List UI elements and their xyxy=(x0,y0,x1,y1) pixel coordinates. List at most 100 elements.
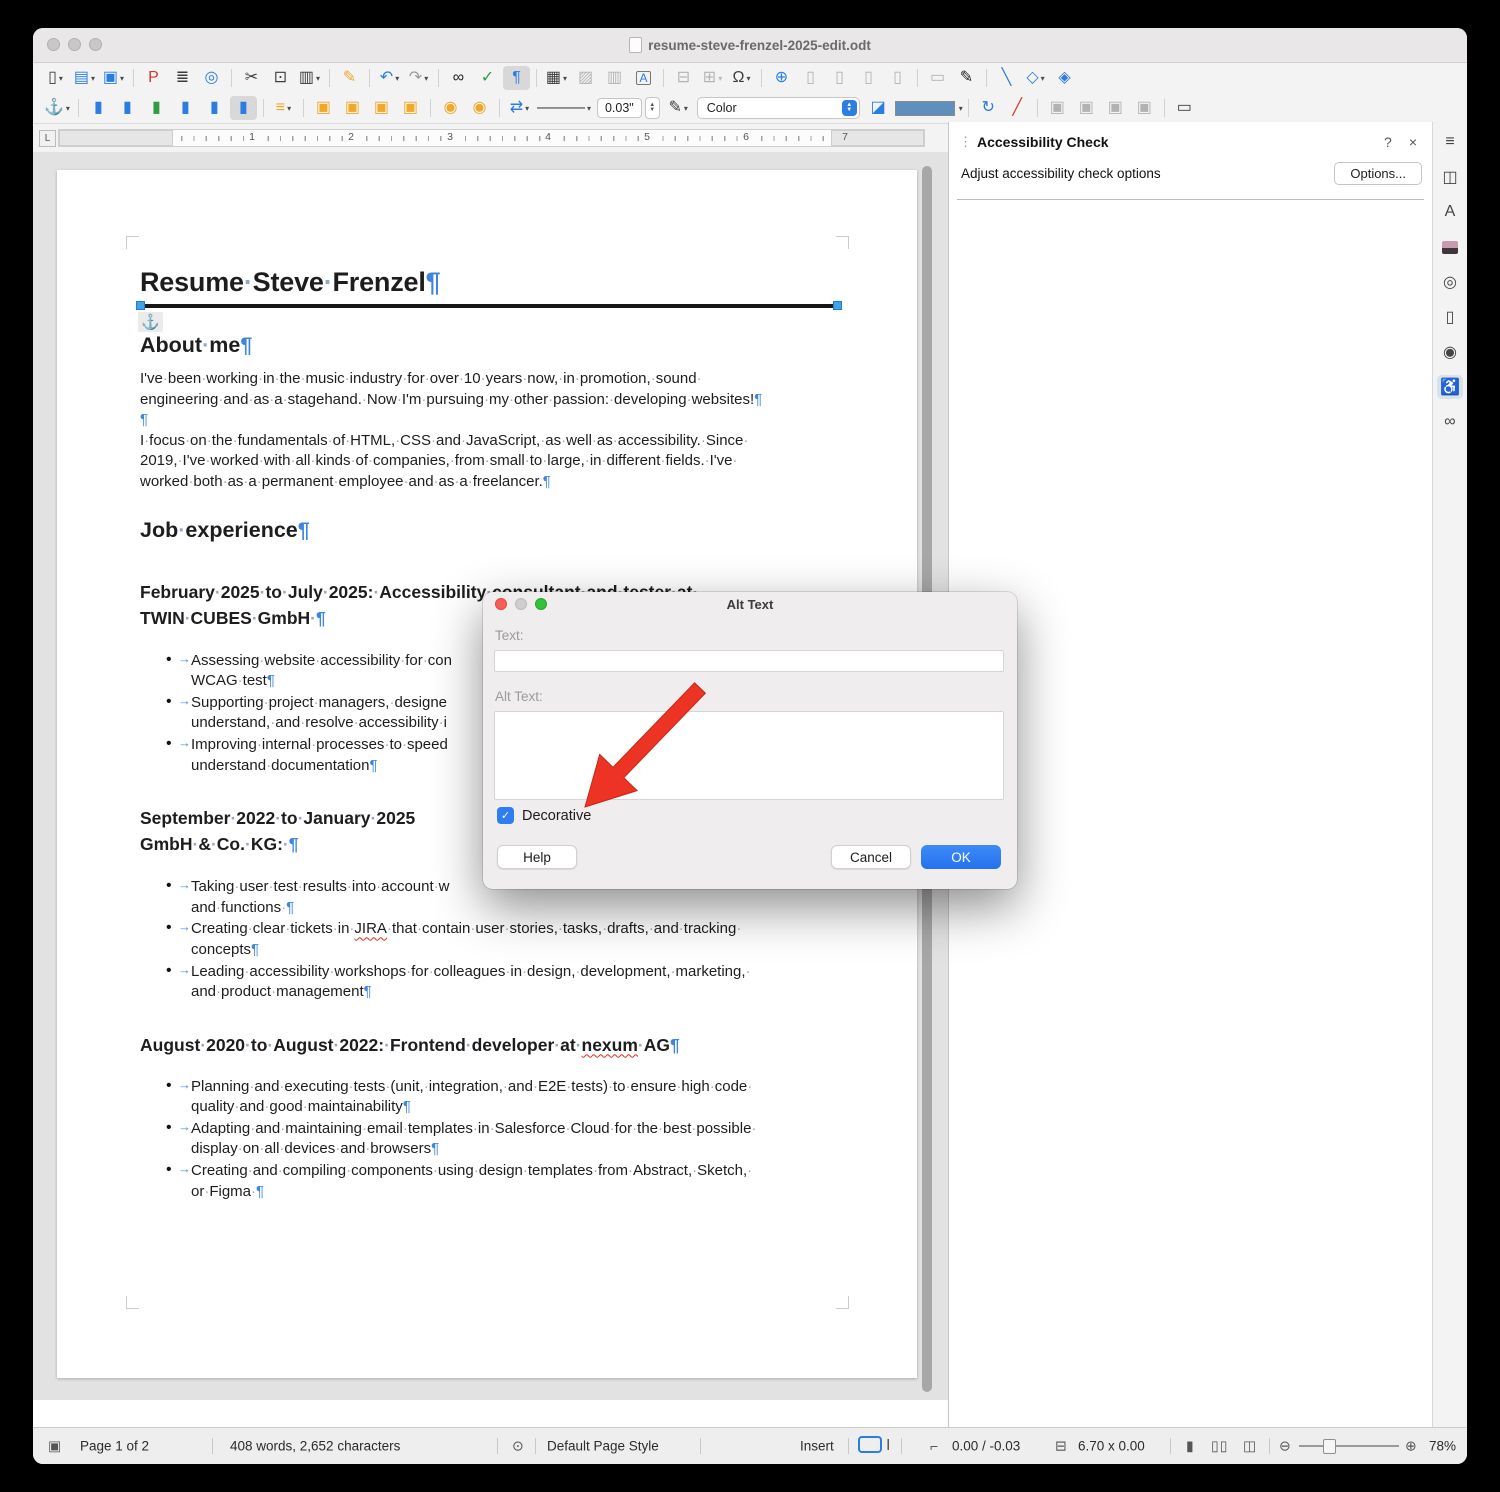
line-width-stepper[interactable]: ▲▼ xyxy=(645,97,660,119)
hyperlink[interactable]: ⊕ xyxy=(768,66,795,90)
insert-comment[interactable]: ▭ xyxy=(924,66,951,90)
page-count[interactable]: Page 1 of 2 xyxy=(80,1439,149,1454)
bring-forward[interactable]: ▣ xyxy=(339,96,366,120)
cancel-button[interactable]: Cancel xyxy=(831,845,911,869)
object-align[interactable]: ≡▾ xyxy=(270,96,297,120)
wrap-before[interactable]: ▮ xyxy=(114,96,141,120)
back-one[interactable]: ▣ xyxy=(1102,96,1129,120)
wrap-off[interactable]: ▮ xyxy=(85,96,112,120)
redo[interactable]: ↷▾ xyxy=(405,66,432,90)
insert-image[interactable]: ▨ xyxy=(572,66,599,90)
chevron-down-icon[interactable]: ▾ xyxy=(959,104,963,113)
paste[interactable]: ▥▾ xyxy=(296,66,323,90)
rotate-object[interactable]: ↻ xyxy=(975,96,1002,120)
tab-styles[interactable]: A xyxy=(1437,200,1463,224)
insert-endnote[interactable]: ▯ xyxy=(826,66,853,90)
new-document[interactable]: ▯▾ xyxy=(42,66,69,90)
text-cursor-icon[interactable]: I xyxy=(886,1437,890,1455)
insert-chart[interactable]: ▥ xyxy=(601,66,628,90)
dialog-zoom-button[interactable] xyxy=(535,598,547,610)
anchor[interactable]: ⚓▾ xyxy=(42,96,72,120)
tab-properties[interactable]: ◫ xyxy=(1437,165,1463,189)
insert-table[interactable]: ▦▾ xyxy=(543,66,570,90)
horizontal-ruler[interactable]: 1 2 3 4 5 6 7 xyxy=(58,129,925,147)
copy[interactable]: ⊡ xyxy=(267,66,294,90)
find-replace[interactable]: ∞ xyxy=(445,66,472,90)
word-count[interactable]: 408 words, 2,652 characters xyxy=(230,1439,400,1454)
tab-gallery[interactable] xyxy=(1437,235,1463,259)
insert-footnote[interactable]: ▯ xyxy=(797,66,824,90)
ok-button[interactable]: OK xyxy=(921,845,1001,869)
tab-find[interactable]: ∞ xyxy=(1437,410,1463,434)
zoom-slider[interactable] xyxy=(1299,1445,1399,1447)
help-button[interactable]: Help xyxy=(497,845,577,869)
line-style[interactable]: ———▾ xyxy=(535,96,593,120)
zoom-slider-thumb[interactable] xyxy=(1323,1439,1336,1454)
tab-navigator[interactable]: ◎ xyxy=(1437,270,1463,294)
page-style[interactable]: Default Page Style xyxy=(547,1439,659,1454)
save-status-icon[interactable]: ▣ xyxy=(48,1438,61,1455)
single-page-view-icon[interactable]: ▮ xyxy=(1186,1438,1194,1455)
close-window-button[interactable] xyxy=(47,38,60,51)
wrap-optimal[interactable]: ▮ xyxy=(230,96,257,120)
insert-line[interactable]: ╲ xyxy=(993,66,1020,90)
line-color-button[interactable]: ✎▾ xyxy=(665,96,692,120)
minimize-window-button[interactable] xyxy=(68,38,81,51)
wrap-parallel[interactable]: ▮ xyxy=(172,96,199,120)
zoom-window-button[interactable] xyxy=(89,38,102,51)
decorative-checkbox-label[interactable]: Decorative xyxy=(522,808,591,824)
clone-formatting[interactable]: ✎ xyxy=(336,66,363,90)
basic-shapes[interactable]: ◇▾ xyxy=(1022,66,1049,90)
to-background[interactable]: ▣ xyxy=(1131,96,1158,120)
selection-mode-icon[interactable] xyxy=(858,1436,882,1456)
fill-color-button[interactable]: ◪ xyxy=(865,96,892,120)
panel-drag-handle-icon[interactable]: ⋮ xyxy=(959,134,970,150)
wrap-through[interactable]: ▮ xyxy=(201,96,228,120)
send-to-back[interactable]: ▣ xyxy=(397,96,424,120)
track-changes[interactable]: ✎ xyxy=(953,66,980,90)
area-fill-style-select[interactable]: Color▲▼ xyxy=(697,97,860,119)
insert-textbox[interactable]: A xyxy=(630,66,657,90)
export-pdf[interactable]: P xyxy=(140,66,167,90)
options-button[interactable]: Options... xyxy=(1334,162,1422,185)
text-input[interactable] xyxy=(494,650,1004,672)
insert-bookmark[interactable]: ▯ xyxy=(855,66,882,90)
insert-mode[interactable]: Insert xyxy=(800,1439,834,1454)
print-preview[interactable]: ◎ xyxy=(198,66,225,90)
print[interactable]: ≣ xyxy=(169,66,196,90)
anchor-icon[interactable]: ⚓ xyxy=(138,312,163,332)
tab-style-inspector[interactable]: ◉ xyxy=(1437,340,1463,364)
decorative-checkbox[interactable]: ✓ xyxy=(497,807,514,824)
text-language-icon[interactable]: ⊙ xyxy=(512,1438,524,1455)
panel-help-icon[interactable]: ? xyxy=(1379,134,1397,150)
line-width-input[interactable]: 0.03" xyxy=(597,98,642,118)
spelling-check[interactable]: ✓ xyxy=(474,66,501,90)
tab-stop-selector[interactable]: L xyxy=(39,130,56,147)
insert-field[interactable]: ⊞▾ xyxy=(699,66,726,90)
save[interactable]: ▣▾ xyxy=(100,66,127,90)
selection-handle-left[interactable] xyxy=(136,301,145,310)
zoom-out-icon[interactable]: ⊖ xyxy=(1279,1438,1291,1455)
contour-edit[interactable]: ◉ xyxy=(466,96,493,120)
undo[interactable]: ↶▾ xyxy=(376,66,403,90)
page-break[interactable]: ⊟ xyxy=(670,66,697,90)
wrap-contour[interactable]: ◉ xyxy=(437,96,464,120)
tab-page[interactable]: ▯ xyxy=(1437,305,1463,329)
alt-text-textarea[interactable] xyxy=(494,711,1004,800)
open[interactable]: ▤▾ xyxy=(71,66,98,90)
send-backward[interactable]: ▣ xyxy=(368,96,395,120)
special-character[interactable]: Ω▾ xyxy=(728,66,755,90)
multi-page-view-icon[interactable]: ▯▯ xyxy=(1211,1438,1228,1455)
zoom-percent[interactable]: 78% xyxy=(1429,1439,1456,1454)
more-shapes[interactable]: ◈ xyxy=(1051,66,1078,90)
arrow-style[interactable]: ⇄▾ xyxy=(506,96,533,120)
wrap-after[interactable]: ▮ xyxy=(143,96,170,120)
tab-accessibility-check[interactable]: ♿ xyxy=(1437,375,1463,399)
to-foreground[interactable]: ▣ xyxy=(1044,96,1071,120)
forward-one[interactable]: ▣ xyxy=(1073,96,1100,120)
book-view-icon[interactable]: ◫ xyxy=(1243,1438,1256,1455)
cut[interactable]: ✂ xyxy=(238,66,265,90)
formatting-marks[interactable]: ¶ xyxy=(503,66,530,90)
dialog-close-button[interactable] xyxy=(495,598,507,610)
selection-handle-right[interactable] xyxy=(833,301,842,310)
